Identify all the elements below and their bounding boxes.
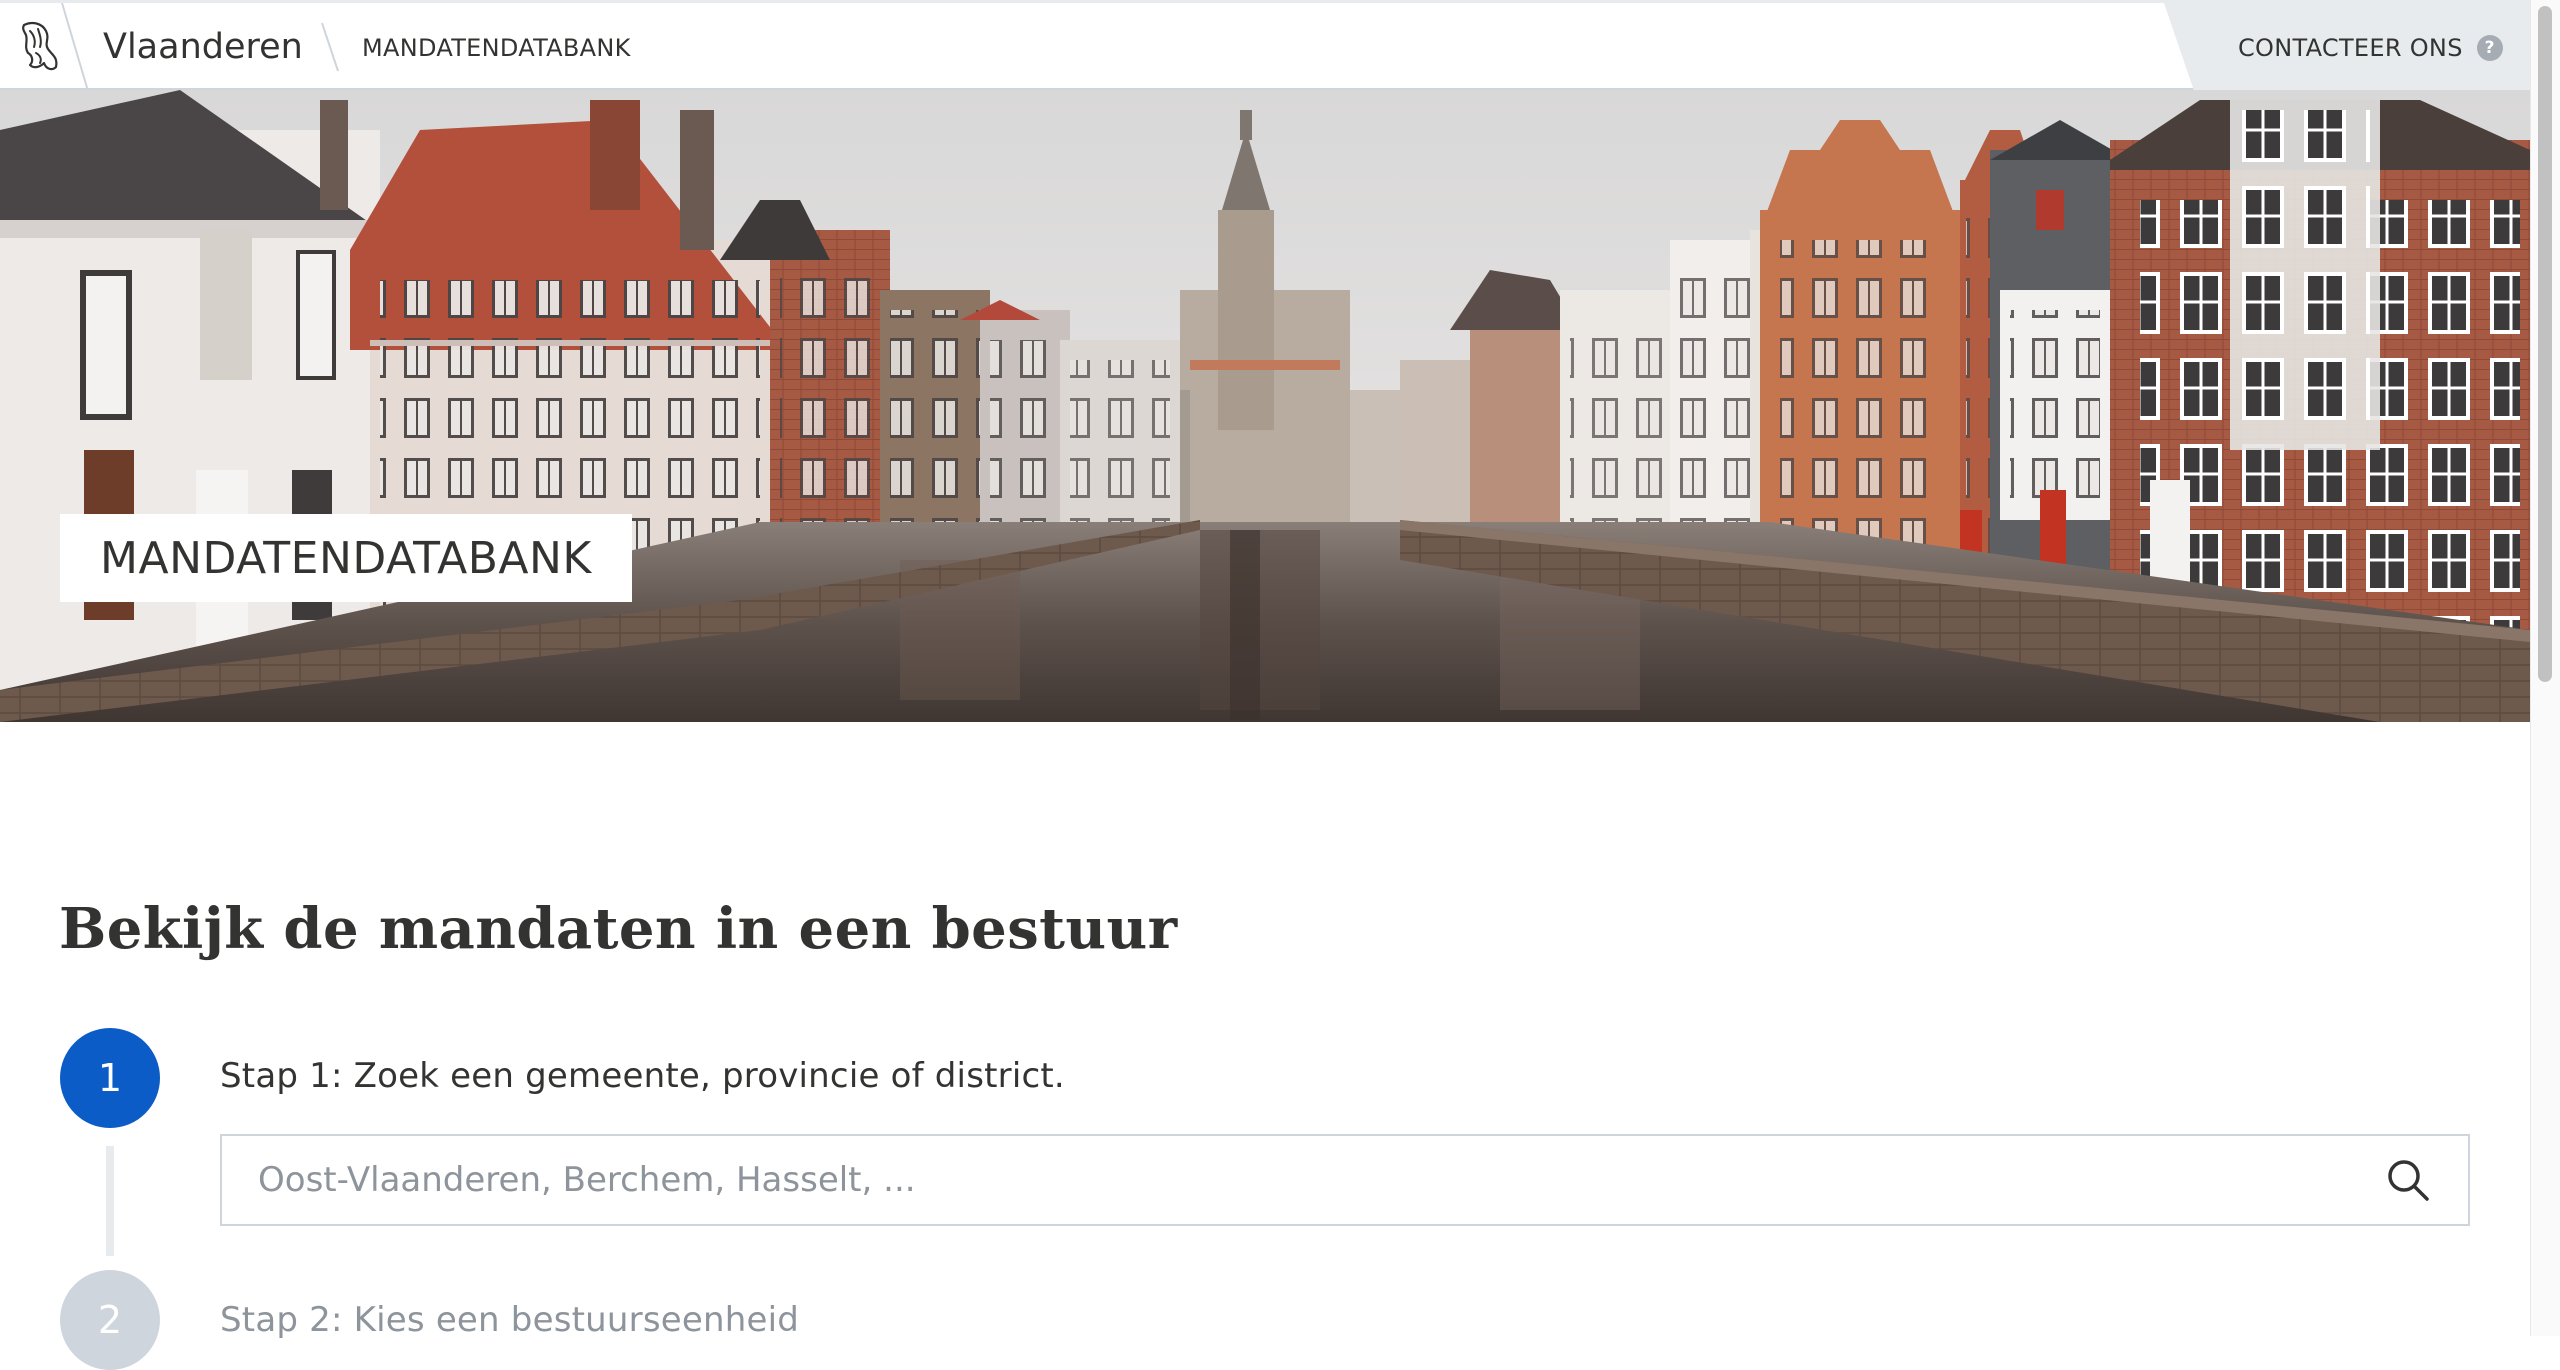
contact-label: CONTACTEER ONS (2238, 34, 2463, 62)
help-icon: ? (2476, 35, 2503, 61)
municipality-search-field (220, 1134, 2470, 1226)
page-heading: Bekijk de mandaten in een bestuur (59, 896, 1178, 962)
step-1-indicator: 1 (60, 1028, 160, 1128)
flemish-lion-icon[interactable] (18, 17, 62, 75)
site-header: Vlaanderen MANDATENDATABANK CONTACTEER O… (0, 0, 2560, 91)
logo-divider (61, 3, 89, 91)
step-2-indicator: 2 (60, 1270, 160, 1370)
search-icon[interactable] (2386, 1158, 2430, 1202)
bruges-canal-photo (0, 90, 2530, 722)
brand-link[interactable]: Vlaanderen (103, 25, 303, 69)
hero-title: MANDATENDATABANK (100, 532, 592, 584)
hero-banner: MANDATENDATABANK (0, 90, 2530, 722)
breadcrumb-mandatendatabank[interactable]: MANDATENDATABANK (362, 32, 631, 64)
hero-title-box: MANDATENDATABANK (60, 514, 632, 602)
step-1-label: Stap 1: Zoek een gemeente, provincie of … (220, 1056, 1065, 1096)
municipality-search-input[interactable] (222, 1136, 2382, 1224)
scrollbar-thumb[interactable] (2538, 6, 2552, 682)
page-scrollbar[interactable] (2530, 0, 2560, 1336)
breadcrumb-separator (321, 22, 339, 72)
contact-button[interactable]: CONTACTEER ONS ? (2238, 31, 2503, 65)
step-2-label: Stap 2: Kies een bestuurseenheid (220, 1300, 800, 1340)
step-connector (106, 1146, 114, 1256)
